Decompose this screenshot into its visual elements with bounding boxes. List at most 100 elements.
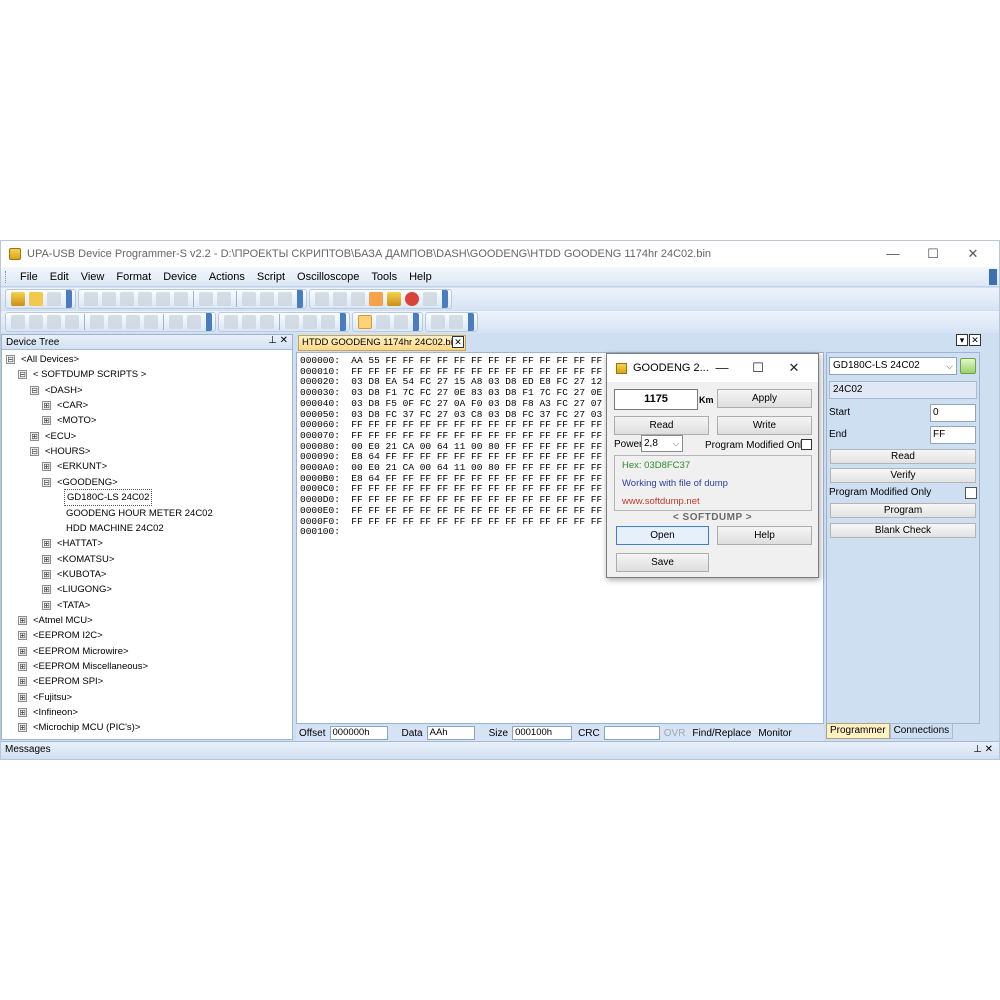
checksum-icon[interactable]: [278, 292, 292, 306]
find-replace-button[interactable]: Find/Replace: [692, 728, 751, 739]
dialog-minimize-button[interactable]: —: [704, 354, 740, 382]
redo-icon[interactable]: [102, 292, 116, 306]
toolbar-overflow-icon[interactable]: [413, 313, 419, 331]
expand-icon[interactable]: ⊞: [42, 416, 51, 426]
script-icon[interactable]: [387, 292, 401, 306]
end-field[interactable]: FF: [930, 426, 976, 444]
bug-icon[interactable]: [405, 292, 419, 306]
collapse-icon[interactable]: ⊟: [42, 477, 51, 487]
tree-node[interactable]: ⊞ <EEPROM Miscellaneous>: [18, 659, 150, 674]
select-cursor-icon[interactable]: [358, 315, 372, 329]
tree-node[interactable]: ⊞ <Microchip MCU (PIC's)>: [18, 720, 142, 735]
edit-icon[interactable]: [65, 315, 79, 329]
tree-node[interactable]: GOODENG HOUR METER 24C02: [64, 506, 215, 521]
replace-icon[interactable]: [217, 292, 231, 306]
collapse-icon[interactable]: ⊟: [18, 370, 27, 380]
fill-icon[interactable]: [260, 292, 274, 306]
copy-icon[interactable]: [138, 292, 152, 306]
cut-icon[interactable]: [120, 292, 134, 306]
menu-grip[interactable]: [5, 270, 8, 283]
expand-icon[interactable]: ⊞: [42, 462, 51, 472]
tree-node[interactable]: ⊞ <Fujitsu>: [18, 690, 74, 705]
menu-oscilloscope[interactable]: Oscilloscope: [291, 271, 365, 283]
zoom-in-icon[interactable]: [169, 315, 183, 329]
panel-close-icon[interactable]: ✕: [969, 334, 981, 346]
apply-button[interactable]: Apply: [717, 389, 812, 408]
tree-node[interactable]: ⊞ <KOMATSU>: [42, 552, 116, 567]
device-select[interactable]: GD180C-LS 24C02 ⌵: [829, 357, 957, 375]
tree-node[interactable]: ⊟ <DASH>: [30, 383, 85, 398]
collapse-icon[interactable]: ⊟: [6, 355, 15, 364]
expand-icon[interactable]: ⊞: [18, 708, 27, 718]
website-link[interactable]: www.softdump.net: [622, 496, 700, 507]
expand-icon[interactable]: ⊞: [18, 662, 27, 671]
last-icon[interactable]: [144, 315, 158, 329]
tree-node[interactable]: ⊞ <CAR>: [42, 398, 90, 413]
toolbar-overflow-icon[interactable]: [340, 313, 346, 331]
tree-node[interactable]: ⊞ <HATTAT>: [42, 536, 105, 551]
expand-icon[interactable]: ⊞: [18, 677, 27, 687]
expand-icon[interactable]: ⊞: [42, 585, 51, 595]
align-right-icon[interactable]: [321, 315, 335, 329]
toolbar-overflow-icon[interactable]: [297, 290, 303, 308]
data-field[interactable]: AAh: [426, 726, 475, 740]
view-hex-icon[interactable]: [224, 315, 238, 329]
menu-device[interactable]: Device: [157, 271, 203, 283]
tree-node[interactable]: ⊞ <Infineon>: [18, 705, 80, 720]
menu-script[interactable]: Script: [251, 271, 291, 283]
close-icon[interactable]: ✕: [985, 744, 993, 755]
tree-node[interactable]: ⊟ <All Devices>: [6, 352, 81, 367]
align-left-icon[interactable]: [285, 315, 299, 329]
tree-node[interactable]: ⊞ <Atmel MCU>: [18, 613, 95, 628]
next-icon[interactable]: [126, 315, 140, 329]
insert-icon[interactable]: [242, 292, 256, 306]
view-text-icon[interactable]: [242, 315, 256, 329]
crc-field[interactable]: [603, 726, 660, 740]
dialog-close-button[interactable]: ✕: [776, 354, 812, 382]
start-field[interactable]: 0: [930, 404, 976, 422]
dialog-read-button[interactable]: Read: [614, 416, 709, 435]
tree-node[interactable]: ⊟ <HOURS>: [30, 444, 92, 459]
device-browse-icon[interactable]: [960, 358, 976, 374]
draw-icon[interactable]: [29, 315, 43, 329]
dialog-maximize-button[interactable]: ☐: [740, 354, 776, 382]
read-button[interactable]: Read: [830, 449, 976, 464]
zoom-out-icon[interactable]: [187, 315, 201, 329]
paste-icon[interactable]: [156, 292, 170, 306]
dialog-program-modified-only-checkbox[interactable]: [801, 439, 812, 450]
save-icon[interactable]: [47, 292, 61, 306]
menu-tools[interactable]: Tools: [365, 271, 403, 283]
device-info-icon[interactable]: [351, 292, 365, 306]
dialog-write-button[interactable]: Write: [717, 416, 812, 435]
power-select[interactable]: 2,8 ⌵: [641, 435, 683, 452]
menu-actions[interactable]: Actions: [203, 271, 251, 283]
tree-node[interactable]: ⊟ <GOODENG>: [42, 475, 120, 490]
blank-check-button[interactable]: Blank Check: [830, 523, 976, 538]
close-button[interactable]: ✕: [953, 241, 993, 267]
expand-icon[interactable]: ⊞: [42, 554, 51, 564]
expand-icon[interactable]: ⊞: [30, 431, 39, 441]
expand-icon[interactable]: ⊞: [18, 631, 27, 641]
document-tab[interactable]: HTDD GOODENG 1174hr 24C02.bin: [298, 335, 466, 351]
expand-icon[interactable]: ⊞: [42, 401, 51, 411]
toolbar-overflow-icon[interactable]: [66, 290, 72, 308]
tree-node[interactable]: ⊟ < SOFTDUMP SCRIPTS >: [18, 367, 148, 382]
tree-node[interactable]: ⊞ <EEPROM Microwire>: [18, 644, 131, 659]
tree-node[interactable]: ⊞ <KUBOTA>: [42, 567, 108, 582]
document-close-icon[interactable]: ✕: [452, 336, 464, 348]
tree-node[interactable]: ⊞ <ECU>: [30, 429, 78, 444]
first-icon[interactable]: [90, 315, 104, 329]
toolbar-overflow-icon[interactable]: [206, 313, 212, 331]
tree-node[interactable]: HDD MACHINE 24C02: [64, 521, 166, 536]
collapse-icon[interactable]: ⊟: [30, 447, 39, 457]
tree-node[interactable]: ⊞ <EEPROM SPI>: [18, 674, 105, 689]
offset-field[interactable]: 000000h: [329, 726, 388, 740]
expand-icon[interactable]: ⊞: [18, 646, 27, 656]
tree-node[interactable]: ⊞ <MOTO>: [42, 413, 98, 428]
select-area-icon[interactable]: [376, 315, 390, 329]
tree-node[interactable]: GD180C-LS 24C02: [64, 489, 153, 507]
menu-file[interactable]: File: [14, 271, 44, 283]
tree-node[interactable]: ⊞ <EEPROM I2C>: [18, 628, 105, 643]
program-modified-only-checkbox[interactable]: [965, 487, 977, 499]
pin-icon[interactable]: ⊥: [268, 335, 277, 346]
